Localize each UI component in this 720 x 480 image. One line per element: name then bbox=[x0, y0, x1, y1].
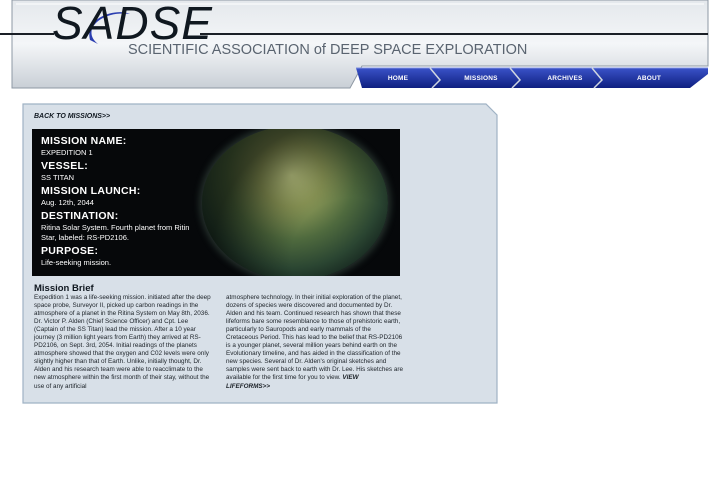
mission-panel: BACK TO MISSIONS>> MISSION NAME: EXPEDIT… bbox=[22, 103, 498, 404]
purpose-value: Life-seeking mission. bbox=[41, 258, 112, 267]
mission-name-label: MISSION NAME: bbox=[41, 135, 127, 147]
nav-about-label: ABOUT bbox=[636, 74, 662, 82]
nav-missions-label: MISSIONS bbox=[464, 74, 498, 82]
destination-value: Ritina Solar System. Fourth planet from … bbox=[41, 223, 190, 242]
site-header: SADSE SCIENTIFIC ASSOCIATION of DEEP SPA… bbox=[0, 0, 720, 92]
mission-name-value: EXPEDITION 1 bbox=[41, 148, 93, 157]
mission-brief-title: Mission Brief bbox=[34, 283, 94, 294]
mission-brief-column-1: Expedition 1 was a life-seeking mission.… bbox=[34, 294, 211, 390]
mission-launch-value: Aug. 12th, 2044 bbox=[41, 198, 94, 207]
mission-brief-column-2: atmosphere technology. In their initial … bbox=[226, 294, 404, 391]
destination-label: DESTINATION: bbox=[41, 210, 119, 222]
site-logo[interactable]: SADSE bbox=[52, 0, 213, 48]
mission-hero-image: MISSION NAME: EXPEDITION 1 VESSEL: SS TI… bbox=[32, 129, 400, 276]
nav-home-label: HOME bbox=[387, 74, 409, 82]
nav-archives-label: ARCHIVES bbox=[547, 74, 583, 82]
back-to-missions-link[interactable]: BACK TO MISSIONS>> bbox=[34, 113, 110, 120]
nav-missions[interactable]: MISSIONS bbox=[446, 69, 516, 87]
mission-brief-column-2-text: atmosphere technology. In their initial … bbox=[226, 294, 403, 382]
organization-name: SCIENTIFIC ASSOCIATION of DEEP SPACE EXP… bbox=[128, 42, 528, 58]
nav-about[interactable]: ABOUT bbox=[612, 69, 686, 87]
nav-home[interactable]: HOME bbox=[368, 69, 428, 87]
mission-info: MISSION NAME: EXPEDITION 1 VESSEL: SS TI… bbox=[41, 135, 206, 270]
vessel-label: VESSEL: bbox=[41, 160, 89, 172]
purpose-label: PURPOSE: bbox=[41, 245, 99, 257]
vessel-value: SS TITAN bbox=[41, 173, 75, 182]
nav-archives[interactable]: ARCHIVES bbox=[528, 69, 602, 87]
mission-launch-label: MISSION LAUNCH: bbox=[41, 185, 141, 197]
planet-shadow bbox=[202, 129, 388, 276]
